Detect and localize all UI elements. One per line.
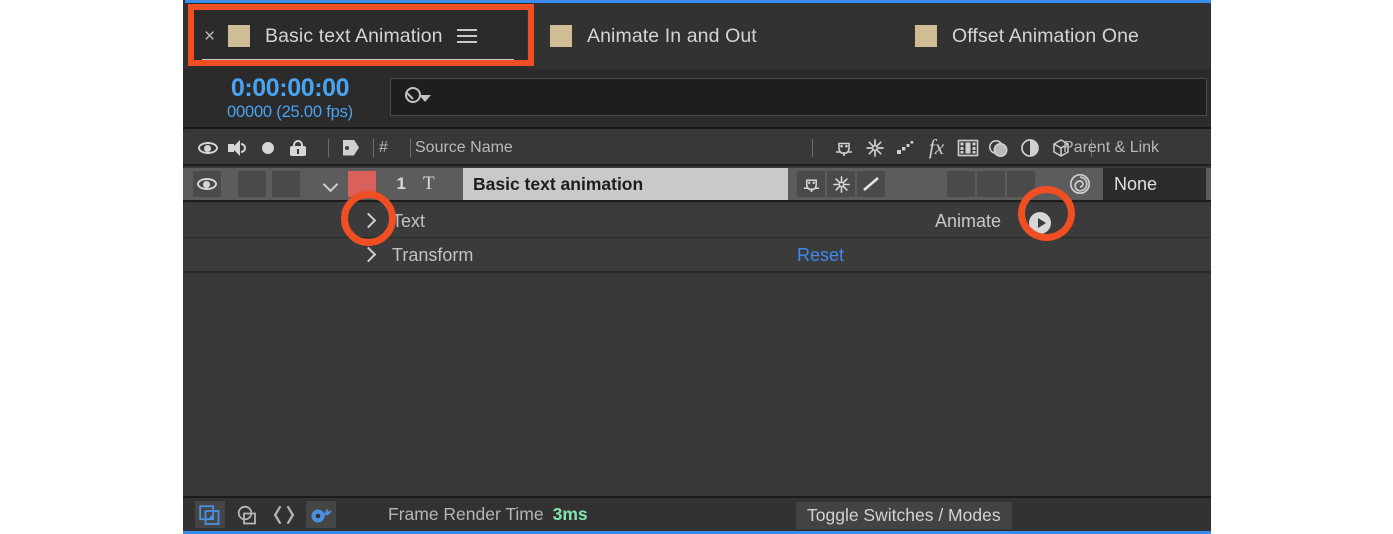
motion-blur-toggle-icon[interactable] [232, 501, 262, 528]
composition-tab-bar: × Basic text Animation Animate In and Ou… [183, 3, 1211, 69]
source-name-column-header[interactable]: Source Name [415, 131, 513, 164]
av-features-header [193, 131, 343, 164]
solo-toggle[interactable] [272, 171, 300, 197]
parent-value: None [1114, 173, 1158, 194]
shy-icon[interactable] [797, 171, 825, 197]
effects-toggle[interactable] [887, 171, 915, 197]
layer-twirl-toggle[interactable] [323, 168, 339, 200]
parent-and-link-header[interactable]: Parent & Link [1063, 131, 1159, 164]
chevron-right-icon[interactable] [360, 213, 376, 229]
eye-icon[interactable] [193, 141, 223, 154]
tab-label: Animate In and Out [587, 24, 757, 47]
source-name-label: Source Name [415, 138, 513, 156]
solo-icon[interactable] [253, 141, 283, 154]
frame-render-time: Frame Render Time 3ms [388, 504, 588, 525]
layer-row[interactable]: 1 T Basic text animation None [183, 168, 1211, 202]
bottom-bar-toggles [195, 501, 336, 528]
search-field[interactable] [390, 78, 1207, 116]
tab-label: Basic text Animation [265, 24, 443, 47]
column-divider [409, 138, 411, 157]
current-timecode[interactable]: 0:00:00:00 00000 (25.00 fps) [200, 74, 380, 122]
tab-basic-text-animation[interactable]: × Basic text Animation [189, 3, 527, 69]
reset-link[interactable]: Reset [797, 245, 844, 266]
property-row-transform[interactable]: Transform Reset [183, 238, 1211, 272]
3d-layer-toggle[interactable] [1007, 171, 1035, 197]
composition-swatch-icon [550, 25, 572, 47]
lock-icon[interactable] [283, 139, 313, 156]
timeline-panel: × Basic text Animation Animate In and Ou… [183, 0, 1211, 534]
label-color-swatch[interactable] [348, 171, 376, 197]
property-name: Transform [392, 245, 474, 265]
layer-switches-header: fx [797, 131, 1107, 164]
layer-av-switches[interactable] [238, 168, 334, 200]
composition-swatch-icon [228, 25, 250, 47]
text-layer-T-icon: T [423, 173, 435, 194]
pick-whip-icon[interactable] [1068, 168, 1092, 200]
layer-label-color[interactable] [348, 168, 376, 200]
timecode-frames-fps: 00000 (25.00 fps) [227, 103, 353, 121]
adjustment-layer-icon[interactable] [1014, 138, 1045, 158]
label-column-header[interactable] [343, 131, 374, 164]
toggle-switches-modes-button[interactable]: Toggle Switches / Modes [796, 502, 1012, 529]
chevron-right-icon[interactable] [360, 247, 376, 263]
layer-name-text: Basic text animation [473, 173, 644, 194]
timeline-empty-area[interactable] [183, 272, 1211, 496]
frame-blending-toggle[interactable] [917, 171, 945, 197]
eye-icon[interactable] [193, 171, 221, 197]
number-column-header[interactable]: # [379, 131, 411, 164]
property-row-text[interactable]: Text Animate [183, 204, 1211, 238]
timeline-bottom-bar: Frame Render Time 3ms Toggle Switches / … [183, 496, 1211, 531]
search-input[interactable] [432, 87, 1206, 107]
label-tag-icon[interactable] [343, 139, 365, 156]
toggle-switches-modes-label: Toggle Switches / Modes [807, 505, 1001, 525]
collapse-transformations-icon[interactable] [827, 171, 855, 197]
timecode-value[interactable]: 0:00:00:00 [200, 74, 380, 102]
layer-switch-cells[interactable] [797, 168, 1035, 200]
hamburger-menu-icon[interactable] [456, 28, 477, 44]
frame-render-time-label: Frame Render Time [388, 504, 544, 524]
animate-play-icon[interactable] [1029, 212, 1051, 234]
effects-icon[interactable]: fx [921, 135, 952, 160]
number-column-label: # [379, 138, 388, 156]
chevron-down-icon[interactable] [323, 176, 339, 192]
composition-swatch-icon [915, 25, 937, 47]
frame-blending-icon[interactable] [952, 139, 983, 157]
frame-blending-toggle-icon[interactable] [195, 501, 225, 528]
tab-animate-in-and-out[interactable]: Animate In and Out [538, 3, 769, 69]
close-icon[interactable]: × [203, 27, 216, 46]
column-divider [373, 138, 374, 157]
animate-label: Animate [935, 211, 1002, 231]
layer-index: 1 [396, 174, 406, 193]
column-divider [797, 138, 828, 157]
quality-icon[interactable] [890, 139, 921, 157]
layer-visibility-toggle[interactable] [193, 168, 221, 200]
tab-offset-animation-one[interactable]: Offset Animation One [903, 3, 1151, 69]
audio-icon[interactable] [223, 139, 253, 156]
motion-blur-toggle[interactable] [947, 171, 975, 197]
collapse-transformations-icon[interactable] [859, 138, 890, 158]
timecode-search-row: 0:00:00:00 00000 (25.00 fps) [183, 69, 1211, 129]
tab-active-underline [202, 59, 514, 63]
column-divider [313, 138, 343, 157]
parent-dropdown[interactable]: None [1103, 168, 1206, 200]
property-name: Text [392, 211, 426, 231]
graph-editor-icon[interactable] [269, 501, 299, 528]
adjustment-layer-toggle[interactable] [977, 171, 1005, 197]
shy-icon[interactable] [828, 139, 859, 157]
frame-render-time-value: 3ms [552, 504, 588, 524]
quality-icon[interactable] [857, 171, 885, 197]
search-icon[interactable] [404, 87, 432, 107]
audio-toggle[interactable] [238, 171, 266, 197]
tab-label: Offset Animation One [952, 24, 1139, 47]
draft-3d-snail-icon[interactable] [306, 501, 336, 528]
layer-name-field[interactable]: Basic text animation [463, 168, 788, 200]
parent-and-link-label: Parent & Link [1063, 138, 1160, 156]
column-header-row: # Source Name fx Parent & Link [183, 131, 1211, 166]
motion-blur-icon[interactable] [983, 138, 1014, 158]
